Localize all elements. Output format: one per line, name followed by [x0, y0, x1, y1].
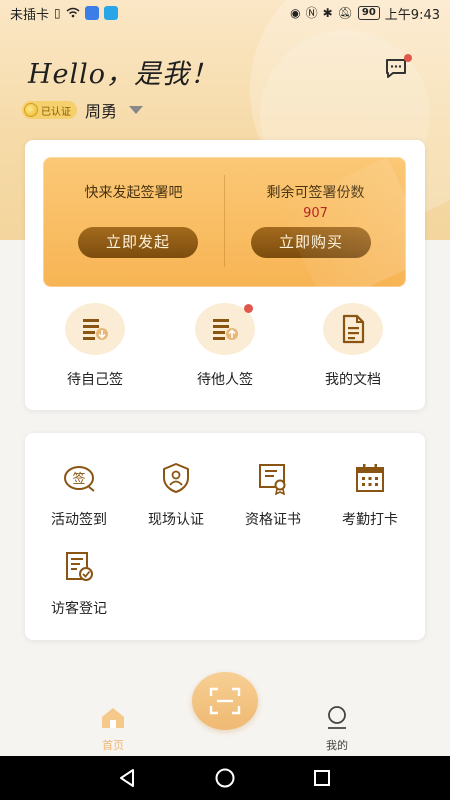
remaining-count: 907	[303, 206, 328, 221]
profile-icon	[328, 706, 346, 729]
quick-action-label: 待他人签	[197, 372, 253, 388]
visitor-register-icon	[66, 552, 93, 581]
service-label: 现场认证	[148, 512, 204, 528]
quick-action-sign-self[interactable]: 待自己签	[40, 303, 150, 389]
remaining-section: 剩余可签署份数 907 立即购买	[225, 157, 406, 287]
service-label: 活动签到	[51, 512, 107, 528]
status-bar: 未插卡 ▯ ◉ Ⓝ ✱ 🔕︎ 90 上午9:43	[0, 0, 450, 26]
scan-icon	[209, 687, 241, 715]
service-certificate[interactable]: 资格证书	[223, 461, 323, 529]
services-card: 签 活动签到 现场认证 资格证书 考勤打卡 访客登记	[25, 433, 425, 640]
service-label: 资格证书	[245, 512, 301, 528]
verified-badge: 已认证	[22, 101, 77, 119]
wifi-icon	[66, 7, 80, 20]
search-app-icon	[103, 6, 118, 20]
service-label: 考勤打卡	[342, 512, 398, 528]
quick-action-sign-others[interactable]: 待他人签	[170, 303, 280, 389]
quick-action-label: 待自己签	[67, 372, 123, 388]
dropdown-caret-icon	[129, 106, 144, 114]
quick-actions: 待自己签 待他人签 我的文档	[25, 303, 425, 393]
calendar-icon	[356, 464, 384, 492]
service-attendance[interactable]: 考勤打卡	[320, 461, 420, 529]
user-switcher[interactable]: 已认证 周勇	[22, 98, 144, 122]
checkin-icon: 签	[64, 466, 95, 492]
service-onsite-auth[interactable]: 现场认证	[126, 461, 226, 529]
recents-icon[interactable]	[311, 767, 333, 789]
sign-card: 快来发起签署吧 立即发起 剩余可签署份数 907 立即购买 待自己签 待他人签 …	[25, 140, 425, 410]
nav-home[interactable]: 首页	[83, 706, 143, 753]
service-visitor-register[interactable]: 访客登记	[29, 550, 129, 618]
face-shield-icon	[163, 463, 189, 493]
quick-action-my-documents[interactable]: 我的文档	[298, 303, 408, 389]
quick-action-label: 我的文档	[325, 372, 381, 388]
bluetooth-icon: ✱	[322, 6, 333, 20]
carrier-text: 未插卡	[10, 7, 50, 23]
svg-text:签: 签	[72, 471, 85, 487]
battery-indicator: 90	[357, 6, 380, 20]
certificate-icon	[259, 464, 286, 496]
nav-home-label: 首页	[102, 739, 124, 752]
home-icon	[102, 708, 124, 728]
coin-icon	[24, 103, 38, 117]
nav-mine[interactable]: 我的	[307, 706, 367, 753]
buy-button[interactable]: 立即购买	[251, 227, 371, 258]
clock: 上午9:43	[384, 7, 440, 23]
system-nav-bar	[0, 756, 450, 800]
sign-others-icon	[213, 319, 238, 340]
verified-label: 已认证	[41, 106, 71, 118]
eye-icon: ◉	[290, 6, 301, 20]
initiate-section: 快来发起签署吧 立即发起	[43, 157, 224, 287]
message-button[interactable]	[384, 54, 412, 81]
app-notification-icon	[84, 6, 99, 20]
nav-mine-label: 我的	[326, 739, 348, 752]
back-icon[interactable]	[117, 767, 139, 789]
initiate-title: 快来发起签署吧	[84, 185, 183, 201]
remaining-title: 剩余可签署份数	[266, 185, 365, 201]
nfc-icon: Ⓝ	[305, 6, 318, 20]
user-name: 周勇	[85, 102, 118, 121]
message-badge-dot	[404, 54, 412, 62]
greeting-text: Hello，是我！	[28, 59, 219, 90]
mute-icon: 🔕︎	[337, 6, 353, 20]
service-checkin[interactable]: 签 活动签到	[29, 461, 129, 529]
sim-icon: ▯	[54, 6, 61, 20]
pending-badge-dot	[244, 304, 253, 313]
initiate-button[interactable]: 立即发起	[78, 227, 198, 258]
home-circle-icon[interactable]	[214, 767, 236, 789]
document-icon	[342, 314, 365, 344]
sign-self-icon	[83, 319, 108, 340]
service-label: 访客登记	[51, 601, 107, 617]
sign-banner: 快来发起签署吧 立即发起 剩余可签署份数 907 立即购买	[43, 157, 406, 287]
scan-button[interactable]	[192, 672, 258, 730]
